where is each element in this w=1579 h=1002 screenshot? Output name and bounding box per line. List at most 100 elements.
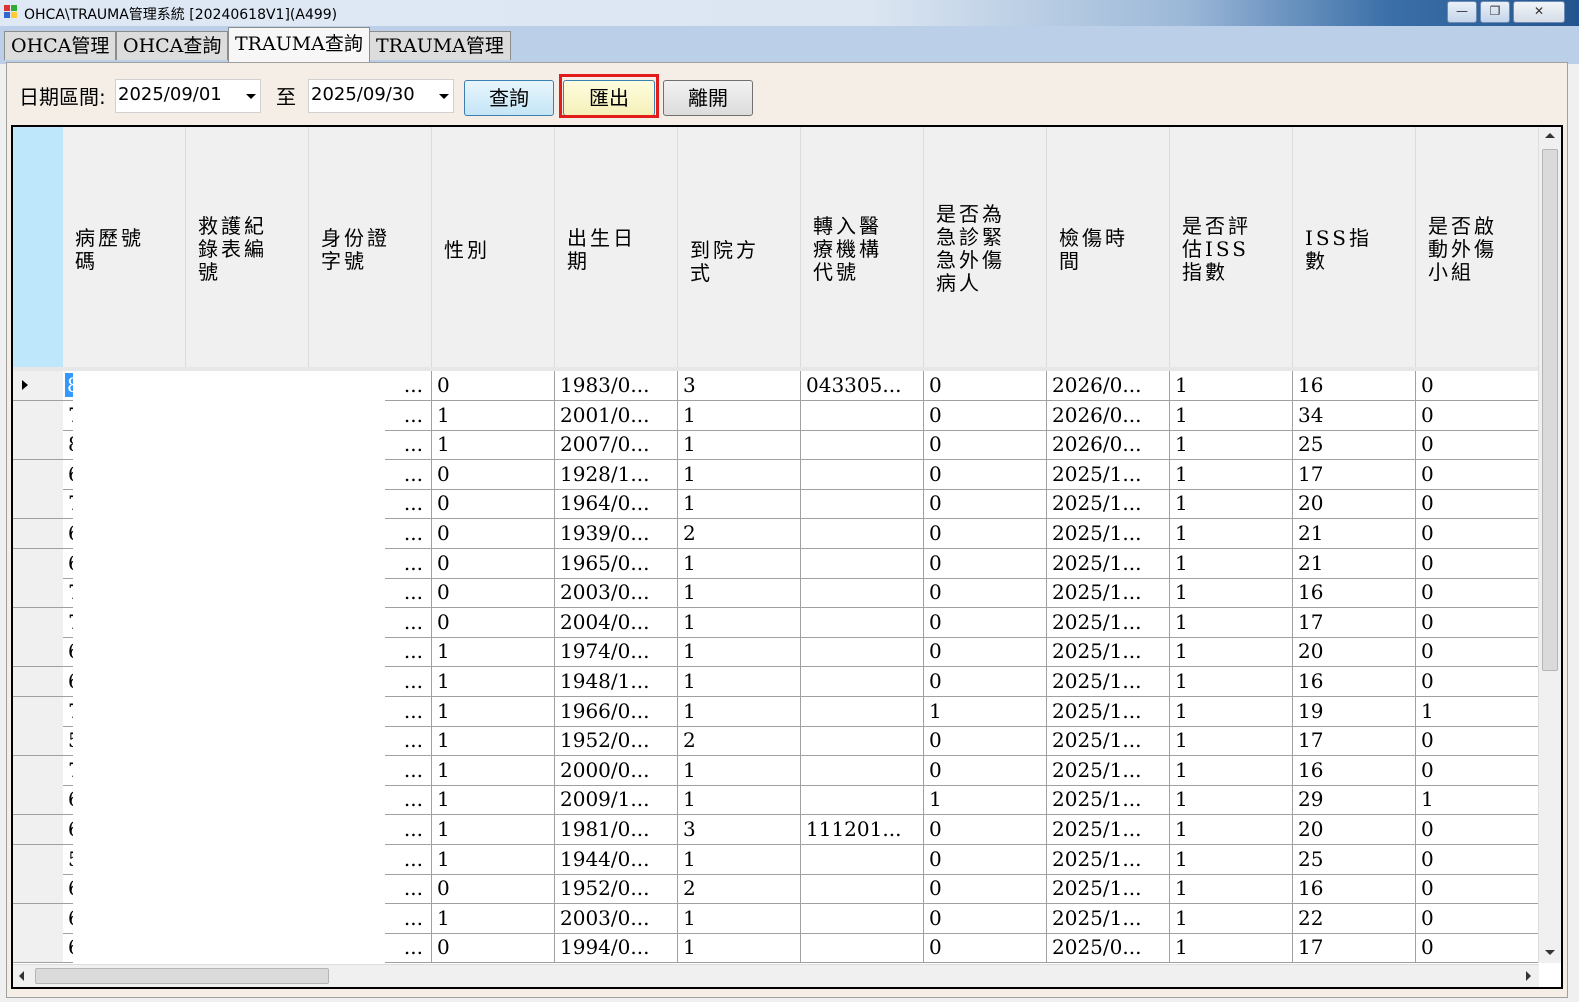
- table-cell-iss[interactable]: 25: [1293, 844, 1416, 874]
- chevron-down-icon[interactable]: [433, 80, 453, 112]
- table-cell-dob[interactable]: 1944/0...: [555, 844, 678, 874]
- scroll-left-icon[interactable]: [19, 971, 24, 981]
- table-cell-triage[interactable]: 2025/1...: [1047, 489, 1170, 519]
- table-cell-iss[interactable]: 21: [1293, 548, 1416, 578]
- table-cell-sex[interactable]: 0: [432, 607, 555, 637]
- table-cell-team[interactable]: 0: [1416, 430, 1539, 460]
- row-header[interactable]: [13, 459, 63, 489]
- query-button[interactable]: 查詢: [464, 80, 554, 116]
- table-cell-arrival[interactable]: 1: [678, 637, 801, 667]
- row-header[interactable]: [13, 815, 63, 844]
- table-cell-sex[interactable]: 1: [432, 844, 555, 874]
- table-cell-urgent[interactable]: 0: [924, 815, 1047, 844]
- table-cell-team[interactable]: 0: [1416, 903, 1539, 933]
- table-cell-transfer[interactable]: [801, 519, 924, 548]
- column-header-sex[interactable]: 性別: [432, 127, 555, 371]
- table-cell-triage[interactable]: 2025/1...: [1047, 607, 1170, 637]
- table-cell-sex[interactable]: 1: [432, 637, 555, 667]
- row-header[interactable]: [13, 578, 63, 608]
- row-header[interactable]: [13, 519, 63, 548]
- table-cell-team[interactable]: 0: [1416, 459, 1539, 489]
- table-cell-triage[interactable]: 2026/0...: [1047, 430, 1170, 460]
- table-cell-transfer[interactable]: 043305...: [801, 371, 924, 400]
- table-cell-iss-eval[interactable]: 1: [1170, 844, 1293, 874]
- table-cell-team[interactable]: 0: [1416, 519, 1539, 548]
- table-cell-arrival[interactable]: 2: [678, 519, 801, 548]
- table-cell-iss[interactable]: 17: [1293, 607, 1416, 637]
- table-cell-transfer[interactable]: [801, 548, 924, 578]
- table-cell-dob[interactable]: 1974/0...: [555, 637, 678, 667]
- table-cell-arrival[interactable]: 1: [678, 844, 801, 874]
- table-cell-arrival[interactable]: 1: [678, 459, 801, 489]
- table-cell-team[interactable]: 0: [1416, 637, 1539, 667]
- table-cell-iss[interactable]: 17: [1293, 933, 1416, 963]
- table-cell-sex[interactable]: 0: [432, 459, 555, 489]
- table-cell-sex[interactable]: 0: [432, 548, 555, 578]
- table-cell-transfer[interactable]: [801, 844, 924, 874]
- column-header-triage[interactable]: 檢傷時 間: [1047, 127, 1170, 371]
- column-header-team[interactable]: 是否啟 動外傷 小組: [1416, 127, 1539, 371]
- table-cell-urgent[interactable]: 0: [924, 578, 1047, 608]
- row-header[interactable]: [13, 667, 63, 696]
- table-cell-transfer[interactable]: [801, 459, 924, 489]
- end-date-picker[interactable]: 2025/09/30: [308, 79, 454, 113]
- row-header[interactable]: [13, 548, 63, 578]
- row-header[interactable]: [13, 637, 63, 667]
- table-cell-sex[interactable]: 1: [432, 667, 555, 696]
- table-cell-urgent[interactable]: 0: [924, 430, 1047, 460]
- column-header-urgent[interactable]: 是否為 急診緊 急外傷 病人: [924, 127, 1047, 371]
- row-header[interactable]: [13, 874, 63, 904]
- scroll-down-icon[interactable]: [1545, 950, 1555, 955]
- horizontal-scroll-thumb[interactable]: [35, 968, 329, 984]
- table-cell-dob[interactable]: 1952/0...: [555, 726, 678, 756]
- table-cell-transfer[interactable]: [801, 874, 924, 904]
- table-cell-triage[interactable]: 2026/0...: [1047, 400, 1170, 430]
- table-cell-team[interactable]: 0: [1416, 667, 1539, 696]
- table-cell-team[interactable]: 0: [1416, 489, 1539, 519]
- table-cell-transfer[interactable]: [801, 607, 924, 637]
- table-cell-urgent[interactable]: 0: [924, 519, 1047, 548]
- table-cell-team[interactable]: 0: [1416, 933, 1539, 963]
- table-cell-dob[interactable]: 2004/0...: [555, 607, 678, 637]
- table-cell-iss[interactable]: 16: [1293, 874, 1416, 904]
- table-cell-iss-eval[interactable]: 1: [1170, 667, 1293, 696]
- column-header-rescue-no[interactable]: 救護紀 錄表編 號: [186, 127, 309, 371]
- start-date-picker[interactable]: 2025/09/01: [115, 79, 261, 113]
- table-cell-urgent[interactable]: 1: [924, 696, 1047, 726]
- column-header-transfer[interactable]: 轉入醫 療機構 代號: [801, 127, 924, 371]
- row-header[interactable]: [13, 903, 63, 933]
- row-header[interactable]: [13, 696, 63, 726]
- table-cell-team[interactable]: 0: [1416, 578, 1539, 608]
- table-cell-triage[interactable]: 2025/1...: [1047, 815, 1170, 844]
- table-cell-iss[interactable]: 16: [1293, 371, 1416, 400]
- table-cell-iss-eval[interactable]: 1: [1170, 637, 1293, 667]
- tab-ohca-manage[interactable]: OHCA管理: [4, 31, 117, 60]
- table-cell-team[interactable]: 0: [1416, 371, 1539, 400]
- column-header-iss-eval[interactable]: 是否評 估ISS 指數: [1170, 127, 1293, 371]
- table-cell-urgent[interactable]: 0: [924, 667, 1047, 696]
- table-cell-iss-eval[interactable]: 1: [1170, 903, 1293, 933]
- table-cell-iss[interactable]: 20: [1293, 815, 1416, 844]
- table-cell-iss[interactable]: 16: [1293, 667, 1416, 696]
- table-cell-dob[interactable]: 1981/0...: [555, 815, 678, 844]
- table-cell-dob[interactable]: 2001/0...: [555, 400, 678, 430]
- tab-trauma-query[interactable]: TRAUMA查詢: [228, 27, 370, 62]
- table-cell-triage[interactable]: 2025/1...: [1047, 785, 1170, 815]
- table-cell-team[interactable]: 1: [1416, 696, 1539, 726]
- table-cell-dob[interactable]: 1983/0...: [555, 371, 678, 400]
- table-cell-iss-eval[interactable]: 1: [1170, 785, 1293, 815]
- table-cell-sex[interactable]: 1: [432, 726, 555, 756]
- row-header[interactable]: [13, 371, 63, 400]
- table-cell-urgent[interactable]: 0: [924, 607, 1047, 637]
- table-cell-urgent[interactable]: 0: [924, 903, 1047, 933]
- table-cell-transfer[interactable]: [801, 933, 924, 963]
- table-cell-team[interactable]: 0: [1416, 400, 1539, 430]
- table-cell-iss-eval[interactable]: 1: [1170, 696, 1293, 726]
- table-cell-iss[interactable]: 22: [1293, 903, 1416, 933]
- table-cell-dob[interactable]: 1964/0...: [555, 489, 678, 519]
- table-cell-triage[interactable]: 2025/1...: [1047, 844, 1170, 874]
- table-cell-triage[interactable]: 2025/1...: [1047, 548, 1170, 578]
- table-cell-iss[interactable]: 17: [1293, 726, 1416, 756]
- table-cell-transfer[interactable]: 111201...: [801, 815, 924, 844]
- table-cell-sex[interactable]: 1: [432, 400, 555, 430]
